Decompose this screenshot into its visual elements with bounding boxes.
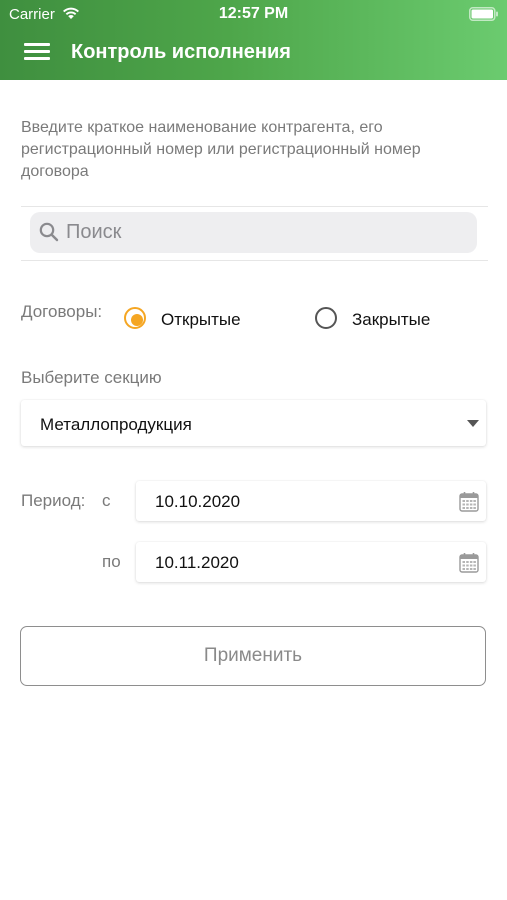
calendar-icon[interactable]	[459, 491, 479, 512]
status-bar: Carrier 12:57 PM	[0, 0, 507, 28]
date-from-value: 10.10.2020	[155, 492, 241, 511]
search-icon	[39, 222, 59, 242]
radio-open-label: Открытые	[161, 310, 241, 329]
apply-button[interactable]: Применить	[20, 626, 486, 686]
page-title: Контроль исполнения	[71, 41, 291, 63]
period-from-label: с	[102, 491, 111, 510]
search-hint: Введите краткое наименование контрагента…	[21, 119, 421, 180]
search-input[interactable]	[66, 216, 466, 249]
section-label: Выберите секцию	[21, 368, 162, 387]
date-to-field[interactable]: 10.11.2020	[136, 542, 486, 582]
search-bar	[21, 206, 488, 261]
date-to-value: 10.11.2020	[155, 553, 239, 572]
radio-closed-label: Закрытые	[352, 310, 431, 329]
hamburger-menu-icon[interactable]	[24, 41, 51, 61]
contracts-label: Договоры:	[21, 302, 103, 321]
search-box[interactable]	[30, 212, 477, 253]
calendar-icon[interactable]	[459, 552, 479, 573]
section-select-value: Металлопродукция	[40, 415, 192, 434]
section-select[interactable]: Металлопродукция	[21, 400, 486, 446]
app-header: Carrier 12:57 PM Контроль исполнения	[0, 0, 507, 80]
radio-unchecked-icon	[315, 307, 337, 329]
period-to-label: по	[102, 552, 121, 571]
battery-icon	[469, 7, 498, 21]
date-from-field[interactable]: 10.10.2020	[136, 481, 486, 521]
radio-checked-icon	[124, 307, 146, 329]
period-label: Период:	[21, 491, 86, 510]
status-time: 12:57 PM	[218, 5, 289, 22]
chevron-down-icon	[467, 420, 479, 427]
